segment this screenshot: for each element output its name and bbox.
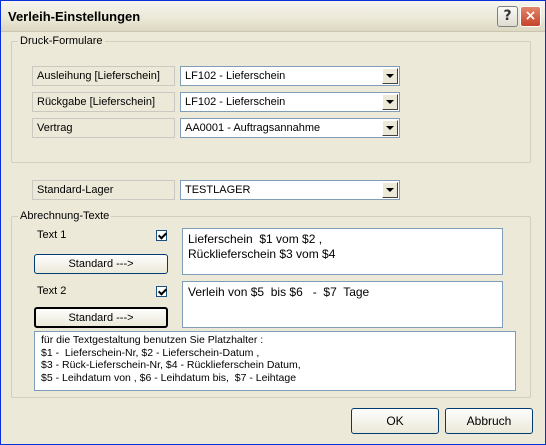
ausleihung-select[interactable]: LF102 - Lieferschein	[180, 66, 400, 86]
text2-label: Text 2	[37, 285, 67, 297]
text1-textarea[interactable]: Lieferschein $1 vom $2 , Rücklieferschei…	[182, 228, 503, 275]
text2-checkbox[interactable]	[156, 286, 167, 297]
text1-checkbox[interactable]	[156, 230, 167, 241]
info-line: $5 - Leihdatum von , $6 - Leihdatum bis,…	[41, 371, 297, 384]
question-mark-icon: ?	[503, 8, 512, 24]
chevron-down-icon[interactable]	[382, 182, 398, 198]
close-x-icon: ×	[524, 8, 537, 24]
druck-formulare-legend: Druck-Formulare	[18, 35, 105, 48]
vertrag-value: AA0001 - Auftragsannahme	[185, 122, 321, 134]
dialog-window: Verleih-Einstellungen ? × Druck-Formular…	[0, 0, 546, 445]
chevron-down-icon[interactable]	[382, 68, 398, 84]
info-line: für die Textgestaltung benutzen Sie Plat…	[41, 334, 264, 346]
title-bar: Verleih-Einstellungen ? ×	[1, 1, 545, 32]
ok-button[interactable]: OK	[351, 408, 439, 434]
text1-line: Rücklieferschein $3 vom $4	[188, 247, 336, 261]
vertrag-label: Vertrag	[32, 118, 175, 138]
standard-lager-select[interactable]: TESTLAGER	[180, 180, 400, 200]
rueckgabe-select[interactable]: LF102 - Lieferschein	[180, 92, 400, 112]
text1-label: Text 1	[37, 229, 67, 241]
rueckgabe-label: Rückgabe [Lieferschein]	[32, 92, 175, 112]
abrechnung-texte-legend: Abrechnung-Texte	[18, 210, 112, 223]
window-title: Verleih-Einstellungen	[8, 9, 141, 24]
chevron-down-icon[interactable]	[382, 94, 398, 110]
text1-line: Lieferschein $1 vom $2 ,	[188, 232, 323, 246]
ausleihung-value: LF102 - Lieferschein	[185, 70, 286, 82]
placeholder-info-box: für die Textgestaltung benutzen Sie Plat…	[34, 331, 516, 391]
ausleihung-label: Ausleihung [Lieferschein]	[32, 66, 175, 86]
text2-textarea[interactable]: Verleih von $5 bis $6 - $7 Tage	[182, 281, 503, 328]
close-button[interactable]: ×	[520, 6, 541, 27]
info-line: $3 - Rück-Lieferschein-Nr, $4 - Rücklief…	[41, 359, 301, 371]
rueckgabe-value: LF102 - Lieferschein	[185, 96, 286, 108]
standard-lager-value: TESTLAGER	[185, 184, 251, 196]
info-line: $1 - Lieferschein-Nr, $2 - Lieferschein-…	[41, 346, 260, 359]
cancel-button[interactable]: Abbruch	[445, 408, 533, 434]
standard-lager-label: Standard-Lager	[32, 180, 175, 200]
text1-standard-button[interactable]: Standard --->	[34, 254, 168, 274]
text2-standard-button[interactable]: Standard --->	[34, 307, 168, 328]
vertrag-select[interactable]: AA0001 - Auftragsannahme	[180, 118, 400, 138]
text2-line: Verleih von $5 bis $6 - $7 Tage	[188, 285, 370, 299]
help-button[interactable]: ?	[497, 6, 518, 27]
chevron-down-icon[interactable]	[382, 120, 398, 136]
